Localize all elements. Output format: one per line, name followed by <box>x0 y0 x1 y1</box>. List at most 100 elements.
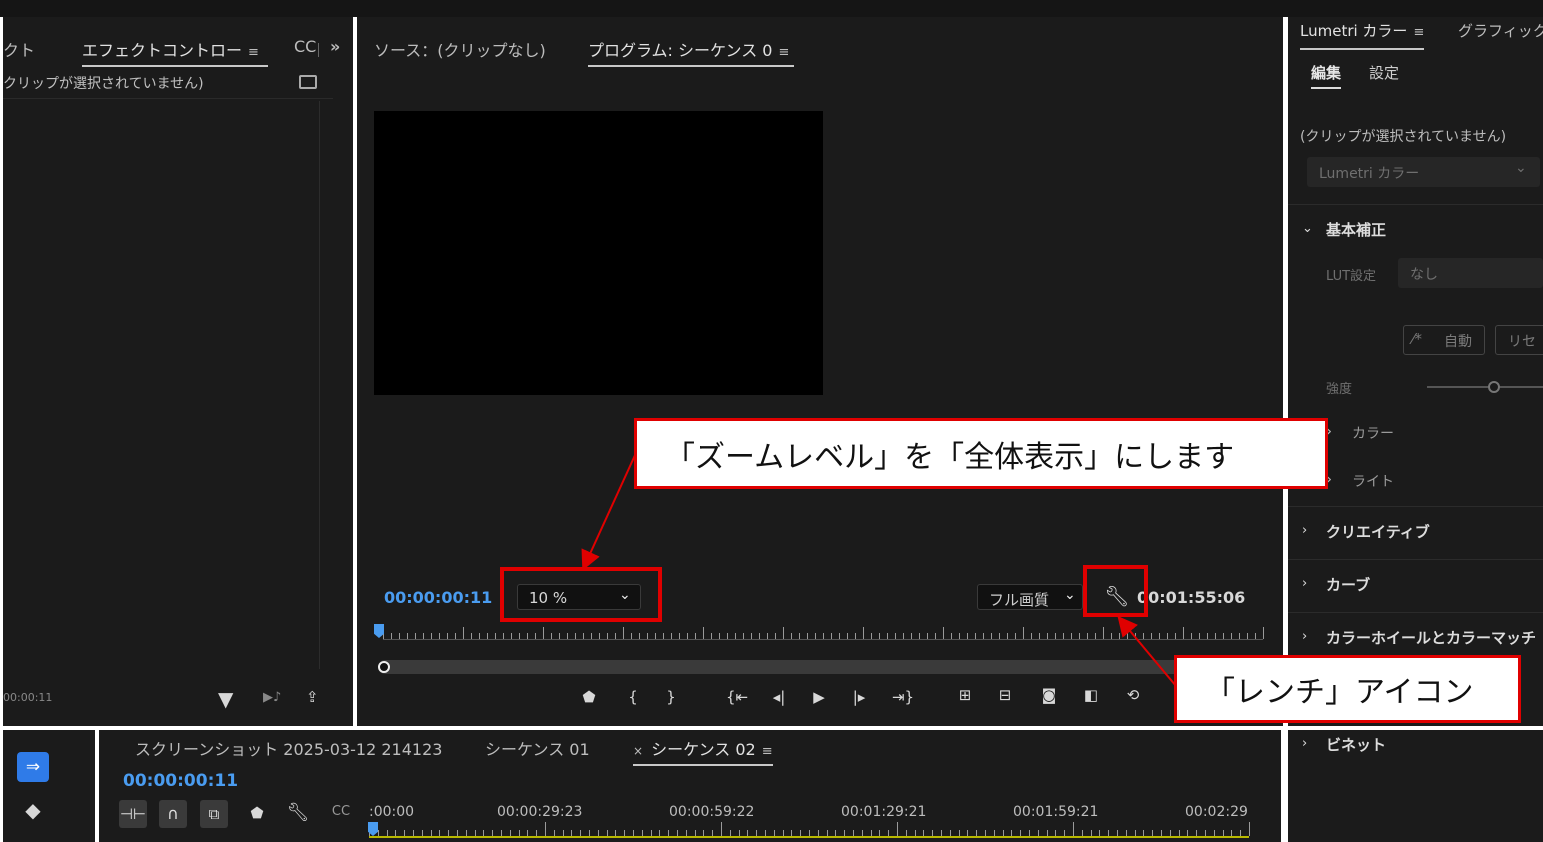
export-frame-icon[interactable]: ⇪ <box>306 688 319 706</box>
ruler-tick <box>951 633 952 639</box>
intensity-slider-thumb[interactable] <box>1488 381 1500 393</box>
ruler-tick <box>959 633 960 639</box>
playback-resolution-select[interactable]: フル画質 ⌄ <box>977 584 1083 610</box>
ruler-tick <box>597 830 599 836</box>
lumetri-effect-select[interactable]: Lumetri カラー ⌄ <box>1307 157 1540 187</box>
play-icon[interactable]: ▶ <box>808 688 830 706</box>
captions-icon[interactable]: CC <box>329 804 353 819</box>
track-select-tool-icon[interactable]: ◆ <box>21 798 45 822</box>
ruler-tick <box>659 830 661 836</box>
intensity-slider[interactable] <box>1427 381 1543 393</box>
reset-button[interactable]: リセ <box>1495 325 1543 355</box>
ruler-tick <box>1231 830 1233 836</box>
program-time-ruler[interactable] <box>383 624 1264 640</box>
ruler-tick <box>447 633 448 639</box>
ruler-tick <box>439 633 440 639</box>
tab-cc[interactable]: CC <box>294 37 316 63</box>
ruler-tick <box>895 633 896 639</box>
effect-controls-scrollbar[interactable] <box>319 101 333 669</box>
linked-selection-icon[interactable]: ⧉ <box>200 800 228 828</box>
tab-lumetri-color[interactable]: Lumetri カラー ≡ <box>1300 20 1425 50</box>
ruler-tick <box>863 627 864 639</box>
tab-sequence-01[interactable]: シーケンス 01 <box>485 736 590 762</box>
tab-source[interactable]: ソース：(クリップなし) <box>374 37 546 63</box>
section-curves[interactable]: › カーブ <box>1288 559 1543 610</box>
ruler-tick <box>905 830 907 836</box>
mark-in-icon[interactable]: { <box>624 688 642 706</box>
lut-setting-select[interactable]: なし <box>1398 258 1543 288</box>
tab-graphics[interactable]: グラフィック <box>1458 20 1543 46</box>
ruler-tick <box>999 633 1000 639</box>
ruler-tick <box>536 830 538 836</box>
step-back-icon[interactable]: ◂| <box>766 688 792 706</box>
ruler-tick <box>503 633 504 639</box>
subtab-settings[interactable]: 設定 <box>1369 62 1399 83</box>
lift-icon[interactable]: ⊞ <box>950 686 980 704</box>
tab-effect-controls[interactable]: エフェクトコントロー ≡ <box>82 37 268 67</box>
subsection-light[interactable]: › ライト <box>1326 466 1543 496</box>
program-current-timecode[interactable]: 00:00:00:11 <box>384 588 492 607</box>
extract-icon[interactable]: ⊟ <box>990 686 1020 704</box>
panel-menu-icon[interactable]: ≡ <box>1413 25 1424 40</box>
ruler-tick <box>639 633 640 639</box>
program-duration-timecode: 00:01:55:06 <box>1137 588 1245 607</box>
section-vignette[interactable]: › ビネット <box>1288 720 1543 770</box>
ruler-tick <box>923 830 925 836</box>
selection-tool-icon[interactable]: ⇒ <box>17 752 49 782</box>
section-basic-correction[interactable]: ⌄ 基本補正 <box>1288 204 1543 255</box>
ruler-tick <box>471 633 472 639</box>
ruler-tick <box>559 633 560 639</box>
snap-magnet-icon[interactable]: ∩ <box>159 800 187 828</box>
comparison-view-icon[interactable]: ◧ <box>1076 686 1106 704</box>
timeline-current-timecode[interactable]: 00:00:00:11 <box>123 771 238 791</box>
ruler-tick <box>571 830 573 836</box>
close-tab-icon[interactable]: × <box>633 744 643 758</box>
ruler-tick <box>1249 822 1250 836</box>
ruler-tick <box>783 627 784 639</box>
program-zoom-scrollbar[interactable] <box>378 660 1263 674</box>
timeline-time-ruler[interactable] <box>369 822 1250 838</box>
play-audio-icon[interactable]: ▶♪ <box>263 690 281 705</box>
ruler-tick <box>663 633 664 639</box>
subtab-edit[interactable]: 編集 <box>1311 62 1342 89</box>
add-marker-icon[interactable]: ⬟ <box>578 688 600 706</box>
step-forward-icon[interactable]: |▸ <box>846 688 872 706</box>
tab-project-partial[interactable]: クト <box>3 37 35 63</box>
scrollbar-handle-left[interactable] <box>378 661 390 673</box>
ruler-tick <box>1037 830 1039 836</box>
subsection-color[interactable]: › カラー <box>1326 418 1543 448</box>
timeline-view-toggle-icon[interactable] <box>299 75 317 89</box>
go-to-in-icon[interactable]: {⇤ <box>722 688 752 706</box>
nest-toggle-icon[interactable]: ⊣⊢ <box>119 800 147 828</box>
ruler-tick <box>655 633 656 639</box>
tab-screenshot-sequence[interactable]: スクリーンショット 2025-03-12 214123 <box>135 736 442 762</box>
ruler-tick <box>927 633 928 639</box>
timeline-wrench-icon[interactable]: 🔧︎ <box>285 802 311 823</box>
ruler-tick <box>633 830 634 836</box>
panel-menu-icon[interactable]: ≡ <box>778 45 789 60</box>
ruler-tick <box>738 830 740 836</box>
mark-out-icon[interactable]: } <box>662 688 680 706</box>
auto-button[interactable]: ⁄* 自動 <box>1403 325 1485 355</box>
panel-menu-icon[interactable]: ≡ <box>762 744 773 759</box>
ruler-tick <box>457 830 458 836</box>
camera-icon[interactable]: ◙ <box>1036 686 1062 704</box>
toggle-proxies-icon[interactable]: ⟲ <box>1120 686 1146 704</box>
more-tabs-icon[interactable]: » <box>330 37 340 63</box>
chevron-down-icon: ⌄ <box>1064 587 1076 603</box>
ruler-tick <box>1015 633 1016 639</box>
add-marker-icon[interactable]: ⬟ <box>247 804 267 822</box>
ruler-label: 00:02:29 <box>1185 804 1248 820</box>
ruler-tick <box>809 830 810 836</box>
ruler-tick <box>430 830 432 836</box>
filter-icon[interactable]: ▼ <box>218 687 233 711</box>
ruler-tick <box>1108 830 1110 836</box>
go-to-out-icon[interactable]: ⇥} <box>888 688 918 706</box>
tab-sequence-02[interactable]: × シーケンス 02 ≡ <box>633 736 773 766</box>
section-creative[interactable]: › クリエイティブ <box>1288 506 1543 557</box>
ruler-tick <box>1055 830 1057 836</box>
ruler-tick <box>799 633 800 639</box>
panel-menu-icon[interactable]: ≡ <box>248 45 259 60</box>
tab-program[interactable]: プログラム: シーケンス 0 ≡ <box>588 37 794 67</box>
ruler-tick <box>861 830 863 836</box>
